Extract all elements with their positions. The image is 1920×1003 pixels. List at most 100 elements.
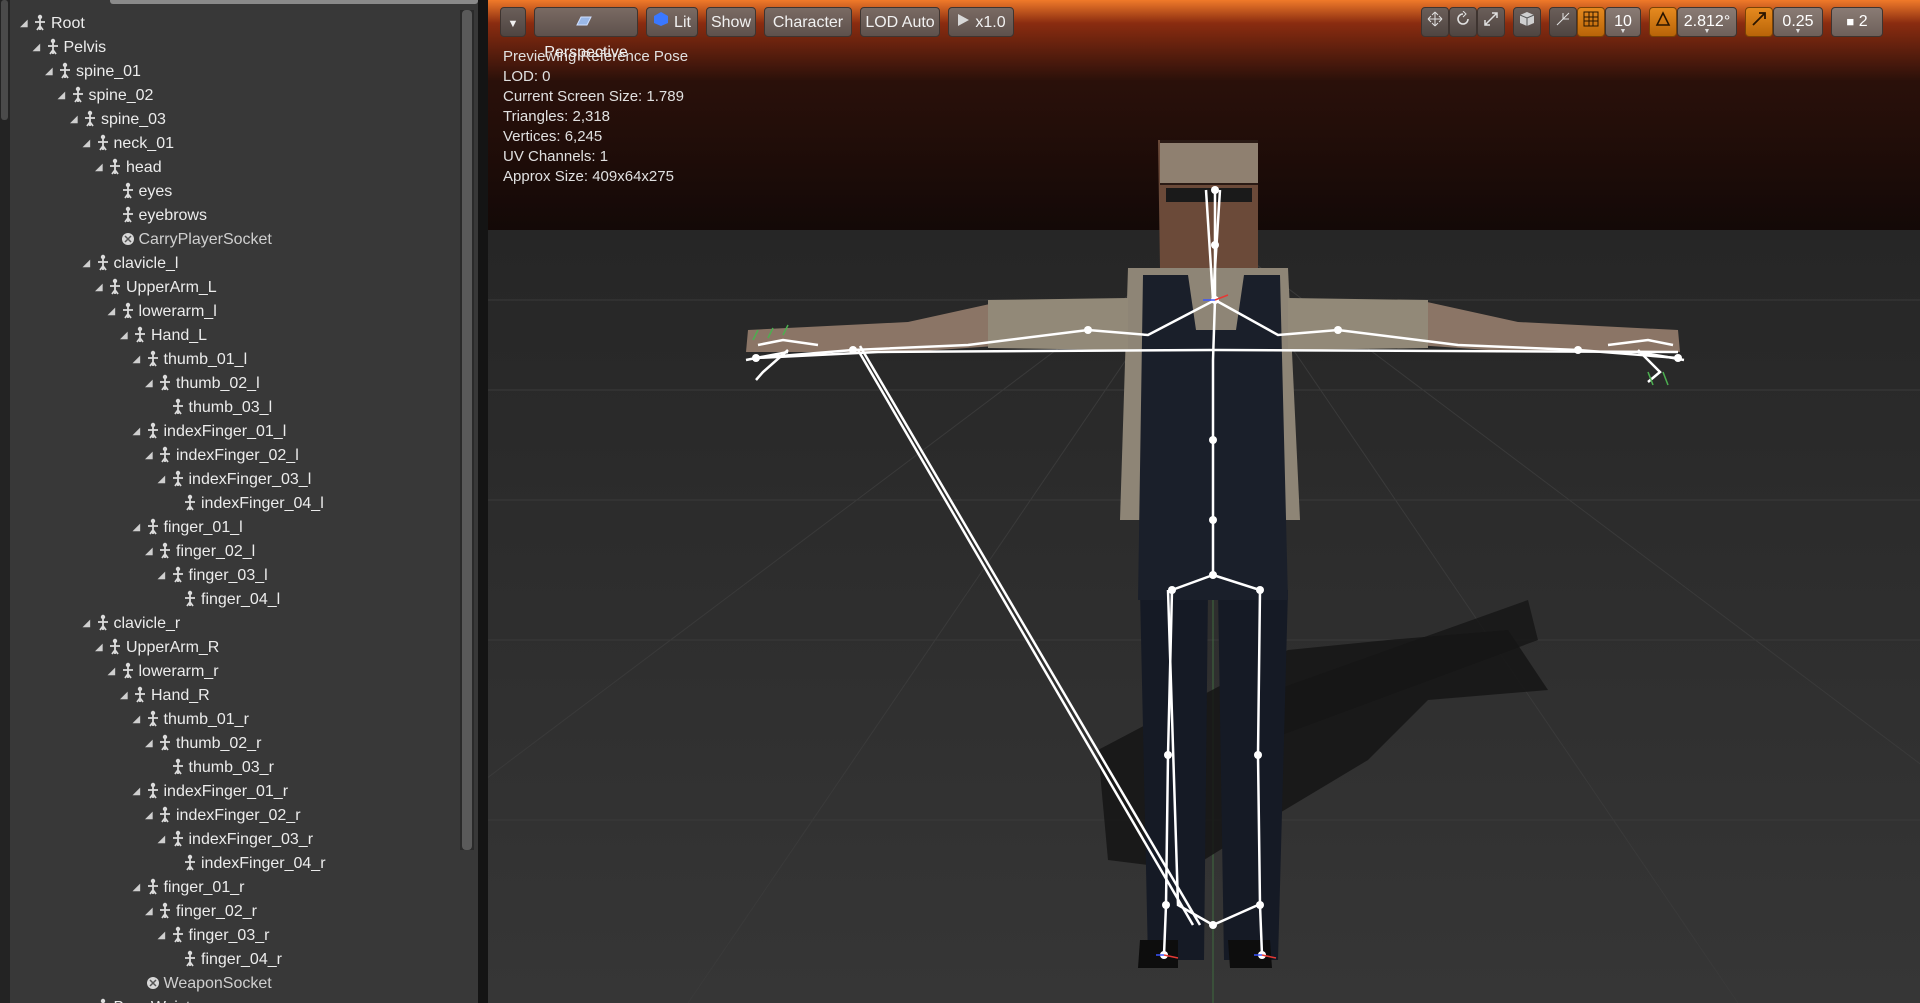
expand-arrow-icon[interactable]: ◢ (145, 900, 157, 924)
expand-arrow-icon[interactable]: ◢ (158, 564, 170, 588)
scale-tool-button[interactable] (1477, 7, 1505, 37)
expand-arrow-icon[interactable]: ◢ (95, 276, 107, 300)
expand-arrow-icon[interactable]: ◢ (145, 444, 157, 468)
tree-bone-row[interactable]: ◢ Hand_L (120, 324, 207, 348)
tree-bone-row[interactable]: ◢ thumb_01_l (133, 348, 247, 372)
coordinate-system-button[interactable] (1513, 7, 1541, 37)
expand-arrow-icon[interactable]: ◢ (33, 36, 45, 60)
tree-bone-row[interactable]: indexFinger_04_l (170, 492, 324, 516)
tree-bone-row[interactable]: ◢ spine_03 (70, 108, 166, 132)
expand-arrow-icon[interactable]: ◢ (133, 780, 145, 804)
expand-arrow-icon[interactable]: ◢ (83, 132, 95, 156)
camera-speed-button[interactable]: ■ 2 (1831, 7, 1883, 37)
tree-bone-row[interactable]: ◢ finger_02_l (145, 540, 255, 564)
tree-bone-row[interactable]: eyes (108, 180, 172, 204)
viewport-options-button[interactable]: ▼ (500, 7, 526, 37)
tree-scrollbar-thumb[interactable] (462, 10, 472, 850)
expand-arrow-icon[interactable]: ◢ (133, 516, 145, 540)
expand-arrow-icon[interactable]: ◢ (158, 924, 170, 948)
lod-button[interactable]: LOD Auto (860, 7, 940, 37)
expand-arrow-icon[interactable]: ◢ (145, 732, 157, 756)
tree-bone-row[interactable]: ◢ Pelvis (33, 36, 106, 60)
tree-bone-row[interactable]: ◢ finger_01_r (133, 876, 244, 900)
expand-arrow-icon[interactable]: ◢ (133, 876, 145, 900)
tree-bone-row[interactable]: ◢ indexFinger_03_l (158, 468, 311, 492)
expand-arrow-icon[interactable]: ◢ (120, 684, 132, 708)
tree-bone-row[interactable]: ◢ finger_03_l (158, 564, 268, 588)
tree-bone-row[interactable]: ◢ indexFinger_01_l (133, 420, 286, 444)
panel-splitter[interactable] (478, 0, 488, 1003)
tree-bone-row[interactable]: ◢ clavicle_l (83, 252, 178, 276)
character-button[interactable]: Character (764, 7, 852, 37)
tree-bone-row[interactable]: ◢ UpperArm_L (95, 276, 217, 300)
expand-arrow-icon[interactable]: ◢ (83, 612, 95, 636)
tree-bone-row[interactable]: ◢ spine_01 (45, 60, 141, 84)
tree-bone-row[interactable]: ◢ clavicle_r (83, 612, 180, 636)
expand-arrow-icon[interactable]: ◢ (45, 60, 57, 84)
tree-bone-row[interactable]: ◢ indexFinger_02_r (145, 804, 301, 828)
tree-bone-row[interactable]: ◢ indexFinger_01_r (133, 780, 288, 804)
expand-arrow-icon[interactable]: ◢ (120, 324, 132, 348)
expand-arrow-icon[interactable]: ◢ (95, 156, 107, 180)
expand-arrow-icon[interactable]: ◢ (158, 828, 170, 852)
tree-bone-row[interactable]: ◢ indexFinger_02_l (145, 444, 299, 468)
expand-arrow-icon[interactable]: ◢ (133, 708, 145, 732)
tree-bone-row[interactable]: finger_04_r (170, 948, 282, 972)
grid-snap-value[interactable]: 10 ▼ (1605, 7, 1641, 37)
tree-bone-row[interactable]: ◢ thumb_01_r (133, 708, 249, 732)
tree-bone-row[interactable]: ◢ Root (20, 12, 85, 36)
scene-render[interactable] (488, 0, 1920, 1003)
tree-bone-row[interactable]: ◢ lowerarm_l (108, 300, 217, 324)
scale-snap-value[interactable]: 0.25 ▼ (1773, 7, 1823, 37)
tree-bone-row[interactable]: thumb_03_l (158, 396, 272, 420)
rotate-tool-button[interactable] (1449, 7, 1477, 37)
translate-tool-button[interactable] (1421, 7, 1449, 37)
tree-bone-row[interactable]: thumb_03_r (158, 756, 274, 780)
tree-socket-row[interactable]: CarryPlayerSocket (108, 228, 272, 252)
expand-arrow-icon[interactable]: ◢ (145, 540, 157, 564)
scale-snap-toggle[interactable] (1745, 7, 1773, 37)
playback-speed-button[interactable]: x1.0 (948, 7, 1014, 37)
expand-arrow-icon[interactable]: ◢ (58, 84, 70, 108)
expand-arrow-icon[interactable]: ◢ (95, 636, 107, 660)
expand-arrow-icon[interactable]: ◢ (83, 252, 95, 276)
tree-bone-row[interactable]: ◢ finger_02_r (145, 900, 257, 924)
tree-search-bar-edge[interactable] (110, 0, 478, 4)
expand-arrow-icon[interactable]: ◢ (20, 12, 32, 36)
show-button[interactable]: Show (706, 7, 756, 37)
tree-bone-row[interactable]: ◢ spine_02 (58, 84, 153, 108)
tree-bone-row[interactable]: ◢ finger_03_r (158, 924, 269, 948)
tree-bone-row[interactable]: ◢ finger_01_l (133, 516, 243, 540)
expand-arrow-icon[interactable]: ◢ (83, 996, 95, 1003)
tree-bone-row[interactable]: ◢ lowerarm_r (108, 660, 219, 684)
tree-bone-row[interactable]: ◢ head (95, 156, 162, 180)
expand-arrow-icon[interactable]: ◢ (145, 372, 157, 396)
grid-snap-toggle[interactable] (1577, 7, 1605, 37)
tree-bone-row[interactable]: ◢ neck_01 (83, 132, 174, 156)
rotation-snap-toggle[interactable] (1649, 7, 1677, 37)
surface-snap-button[interactable] (1549, 7, 1577, 37)
expand-arrow-icon[interactable]: ◢ (70, 108, 82, 132)
tree-bone-row[interactable]: ◢ Hand_R (120, 684, 210, 708)
viewport[interactable]: ▼ Perspective Lit Show Character LOD Aut… (488, 0, 1920, 1003)
expand-arrow-icon[interactable]: ◢ (108, 300, 120, 324)
tree-bone-row[interactable]: ◢ thumb_02_r (145, 732, 261, 756)
tree-scrollbar[interactable] (460, 10, 474, 850)
expand-arrow-icon[interactable]: ◢ (108, 660, 120, 684)
tree-bone-row[interactable]: ◢ thumb_02_l (145, 372, 260, 396)
expand-arrow-icon[interactable]: ◢ (133, 348, 145, 372)
tree-bone-row[interactable]: eyebrows (108, 204, 207, 228)
tree-socket-row[interactable]: WeaponSocket (133, 972, 272, 996)
tree-bone-row[interactable]: ◢ indexFinger_03_r (158, 828, 313, 852)
lit-button[interactable]: Lit (646, 7, 698, 37)
expand-arrow-icon[interactable]: ◢ (145, 804, 157, 828)
tree-bone-row[interactable]: ◢ UpperArm_R (95, 636, 219, 660)
expand-arrow-icon[interactable]: ◢ (133, 420, 145, 444)
tree-bone-row[interactable]: ◢ BoneWaist (83, 996, 190, 1003)
expand-arrow-icon[interactable]: ◢ (158, 468, 170, 492)
tree-bone-row[interactable]: finger_04_l (170, 588, 280, 612)
perspective-button[interactable]: Perspective (534, 7, 638, 61)
rotation-snap-value[interactable]: 2.812° ▼ (1677, 7, 1737, 37)
bone-icon (157, 444, 173, 466)
tree-bone-row[interactable]: indexFinger_04_r (170, 852, 326, 876)
